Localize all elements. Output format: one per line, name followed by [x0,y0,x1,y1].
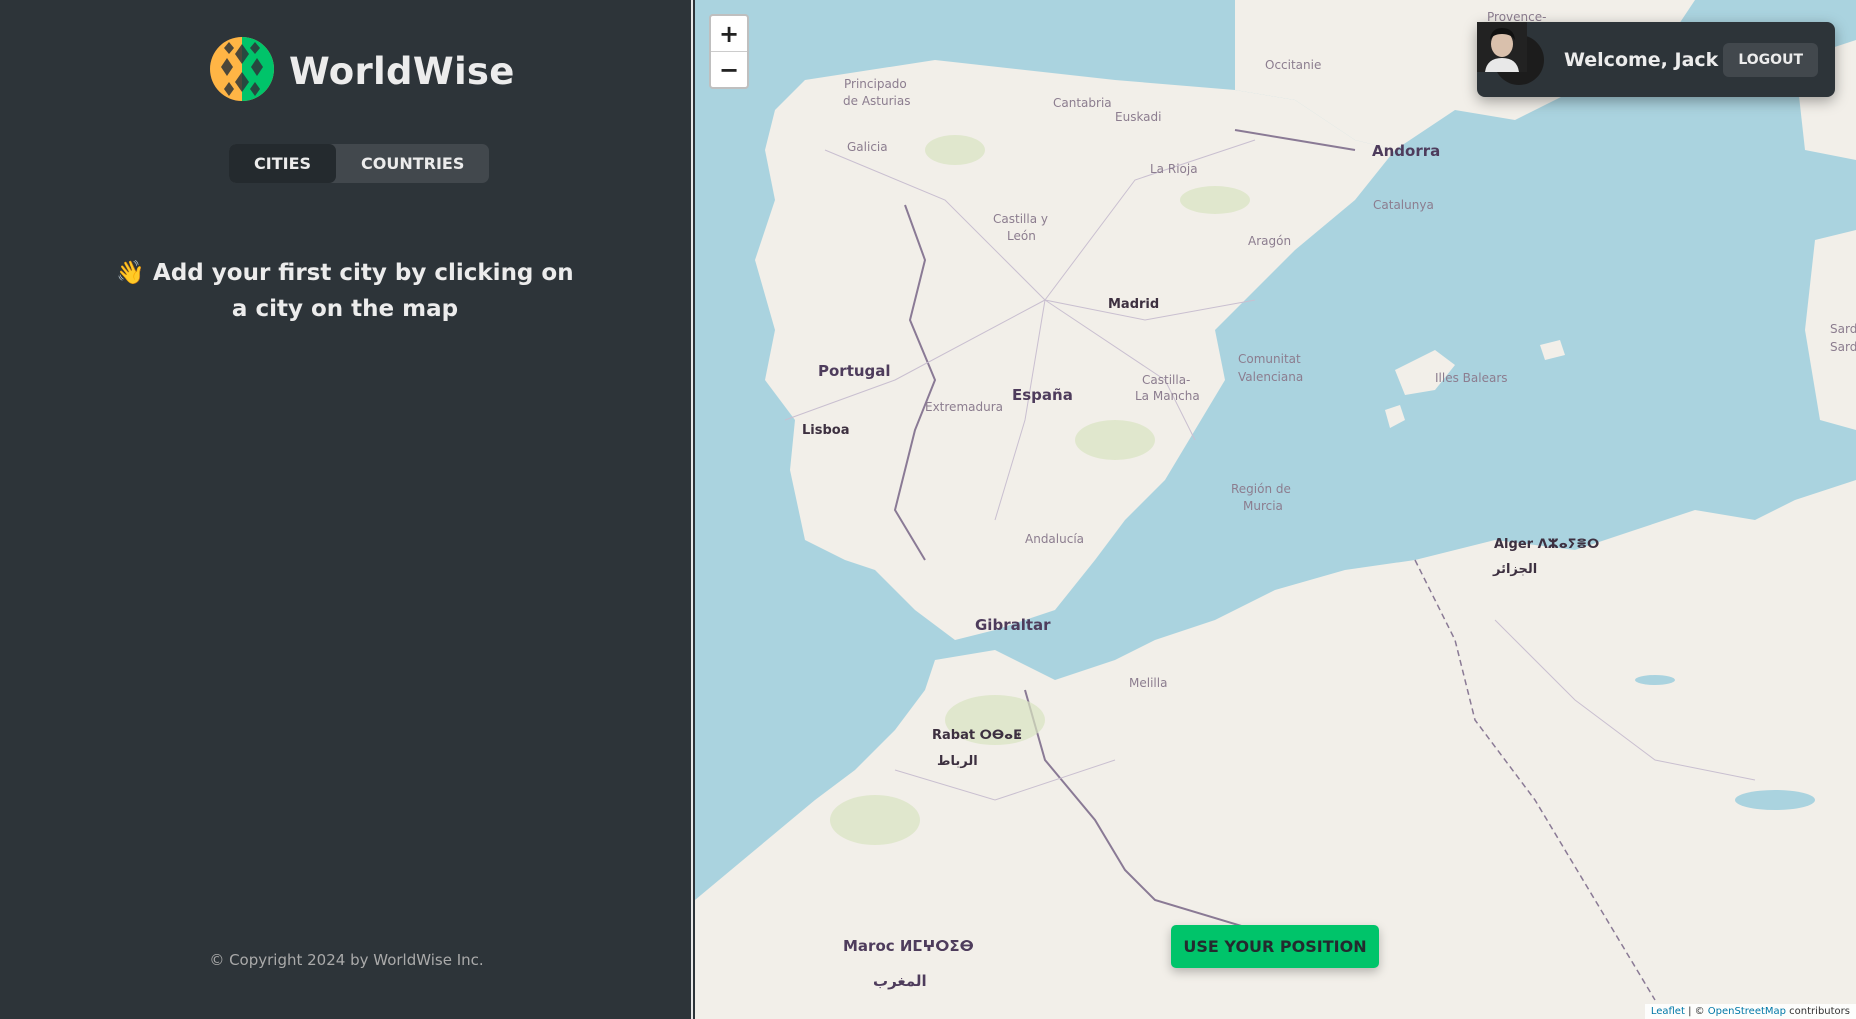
map-label: المغرب [873,972,927,990]
map-label: Rabat ⵔⴱⴰⵟ [932,728,1022,743]
map-label: Madrid [1108,297,1160,312]
map-label: Galicia [847,140,888,154]
zoom-out-button[interactable]: − [711,52,747,87]
map-label: Aragón [1248,234,1292,248]
zoom-control: + − [709,14,749,89]
app-root: WorldWise CITIES COUNTRIES 👋 Add your fi… [0,0,1856,1019]
map-label: Andalucía [1025,532,1085,546]
map-label: Portugal [818,362,891,380]
map-label: León [1007,229,1036,243]
map-attribution: Leaflet | © OpenStreetMap contributors [1644,1004,1856,1019]
map-label: الجزائر [1493,562,1538,577]
leaflet-link[interactable]: Leaflet [1651,1006,1685,1017]
attribution-separator: | © [1684,1006,1708,1017]
map-label: La Rioja [1150,162,1198,176]
map-label: الرباط [937,754,978,769]
zoom-in-button[interactable]: + [711,16,747,52]
map-label: Catalunya [1373,198,1434,212]
sidebar: WorldWise CITIES COUNTRIES 👋 Add your fi… [0,0,693,1019]
logo[interactable]: WorldWise [209,36,515,106]
map-label: Occitanie [1265,58,1322,72]
map-label: Illes Balears [1435,371,1508,385]
logout-button[interactable]: LOGOUT [1723,42,1818,77]
map-label: Castilla- [1142,373,1191,387]
map-label: Maroc ⵍⵎⵖⵔⵉⴱ [843,937,974,955]
map-label: España [1012,386,1073,404]
empty-state-message: 👋 Add your first city by clicking on a c… [116,260,574,322]
map-label: Andorra [1372,142,1441,160]
use-position-button[interactable]: USE YOUR POSITION [1171,925,1379,968]
map-label: Valenciana [1238,370,1304,384]
logo-text: WorldWise [289,49,515,93]
copyright-footer: © Copyright 2024 by WorldWise Inc. [209,951,484,969]
osm-link[interactable]: OpenStreetMap [1708,1006,1786,1017]
map-label: de Asturias [843,94,911,108]
map-label: Comunitat [1238,352,1301,366]
welcome-text: Welcome, Jack [1564,48,1719,71]
map-label: Principado [844,77,907,91]
map-label: Melilla [1129,676,1168,690]
map-label: Murcia [1243,499,1283,513]
map-label: Lisboa [802,423,850,438]
map-label: La Mancha [1135,389,1200,403]
map-label: Gibraltar [975,616,1051,634]
map-label: Cantabria [1053,96,1112,110]
tab-countries[interactable]: COUNTRIES [336,144,489,183]
attribution-tail: contributors [1786,1006,1850,1017]
avatar [1477,22,1544,85]
map-label: Alger ⴷⵣⴰⵢⴻⵔ [1494,537,1600,552]
map[interactable]: Principado de Asturias Cantabria Euskadi… [695,0,1856,1019]
map-label: Región de [1231,482,1291,496]
map-label: Sardegna [1830,340,1856,354]
map-label: Castilla y [993,212,1048,226]
user-panel: Welcome, Jack LOGOUT [1477,22,1835,97]
globe-logo-icon [209,36,275,106]
map-label: Sardigna [1830,322,1856,336]
tab-nav: CITIES COUNTRIES [229,144,490,183]
tab-cities[interactable]: CITIES [229,144,337,183]
map-label: Euskadi [1115,110,1162,124]
map-label: Extremadura [925,400,1003,414]
